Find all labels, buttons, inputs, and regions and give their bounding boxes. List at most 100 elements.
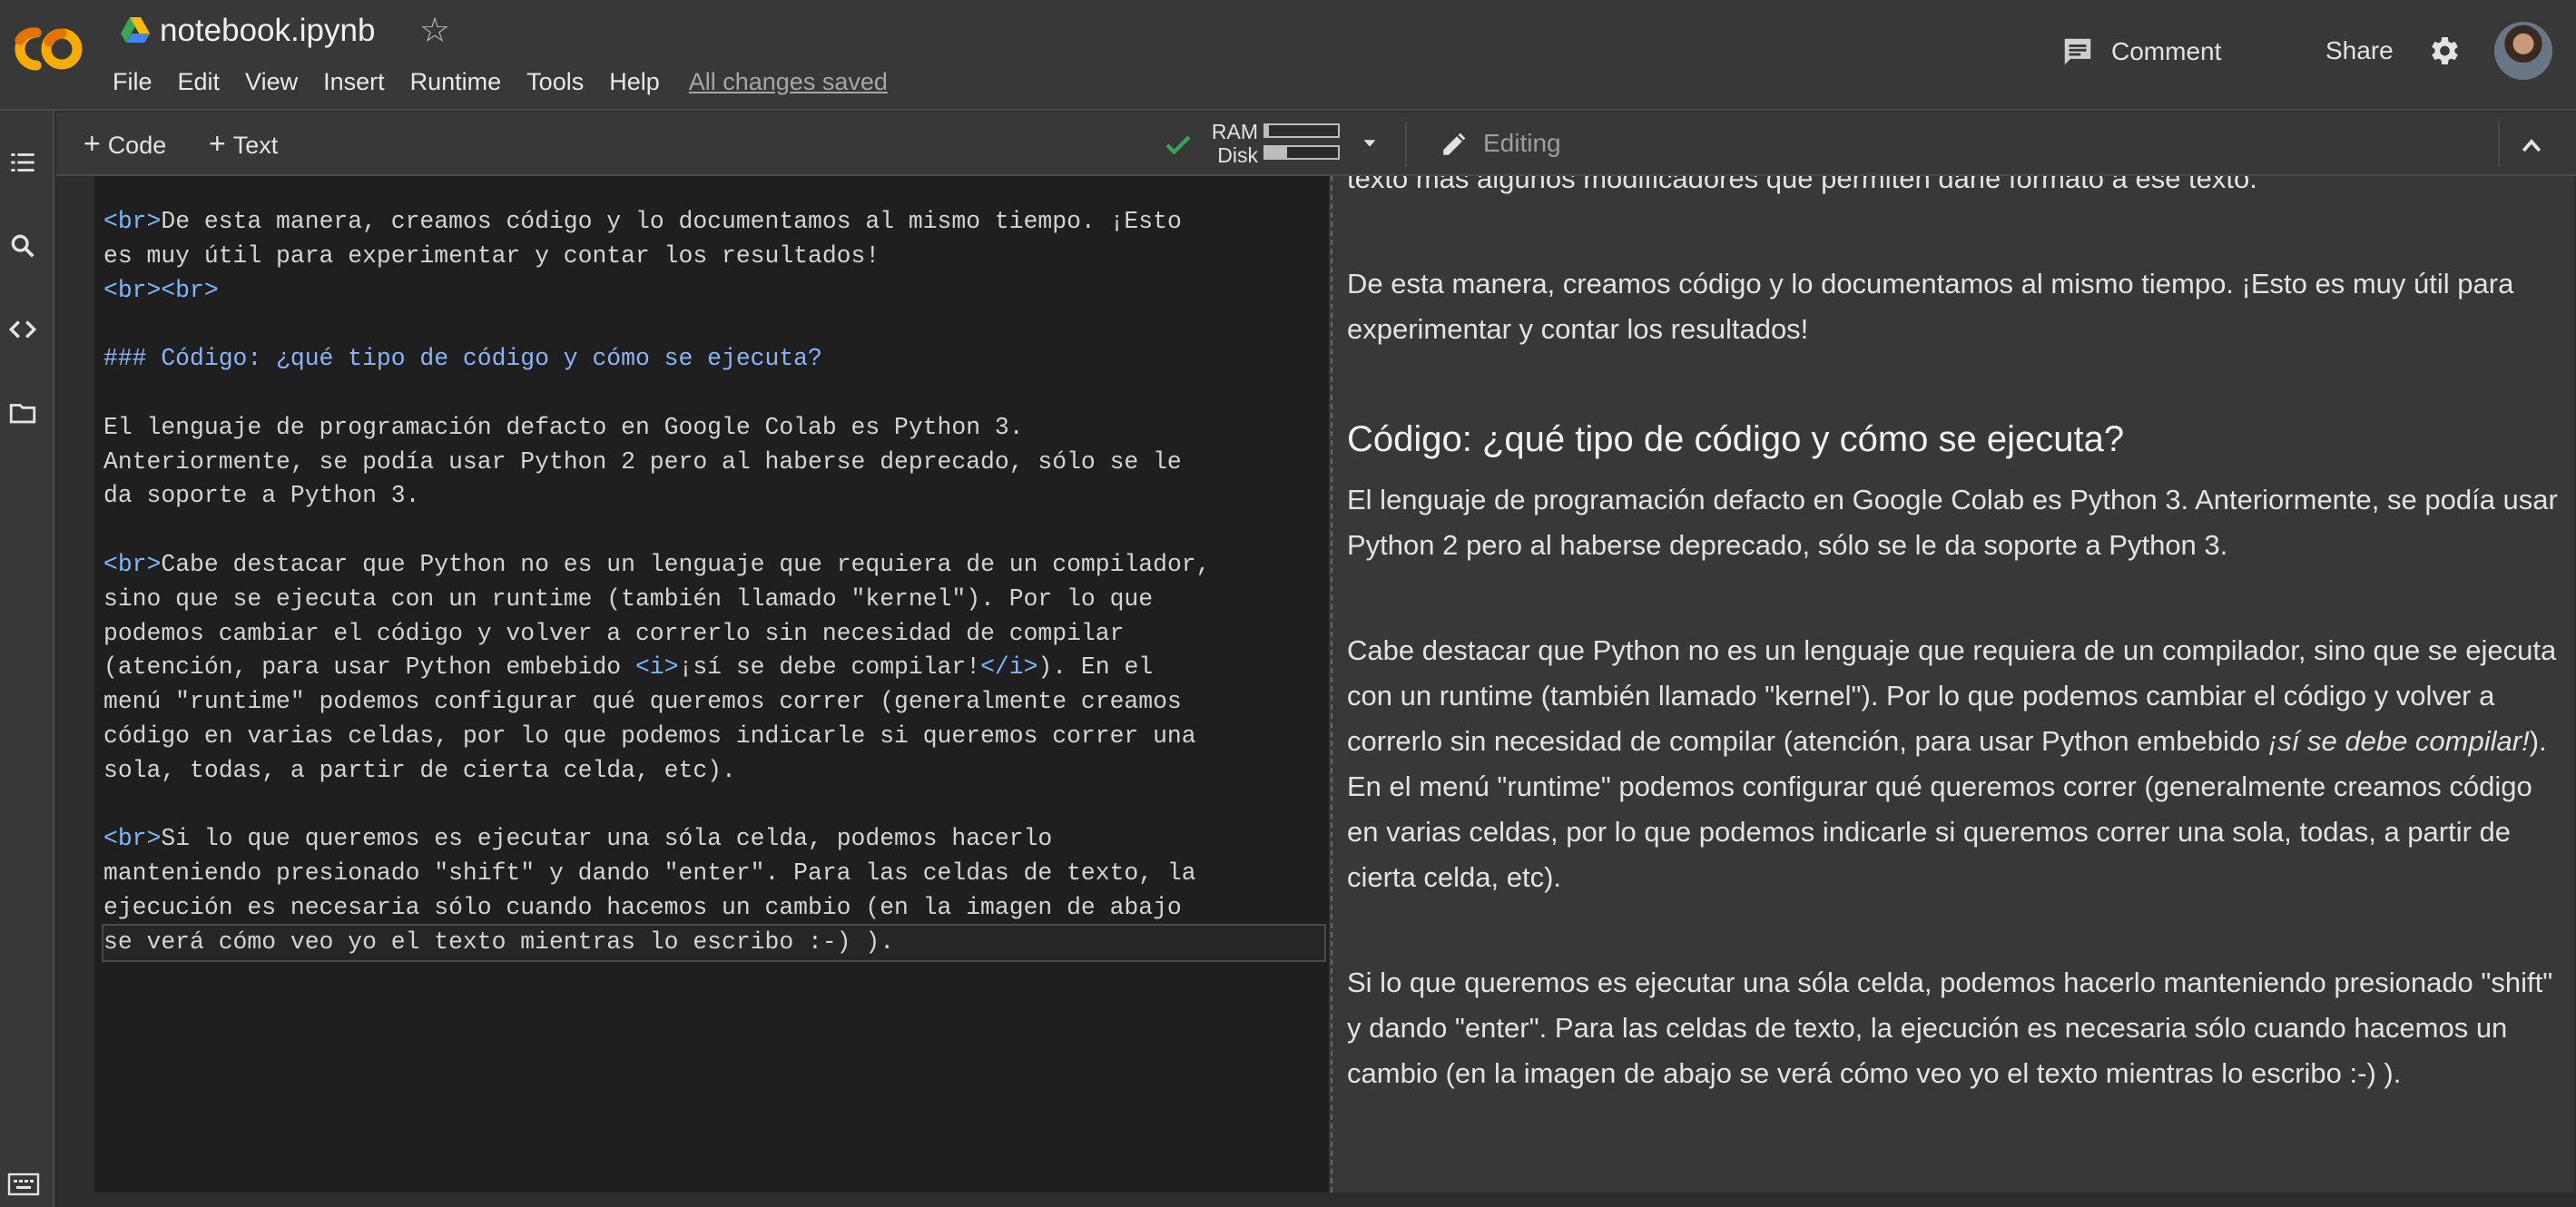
toolbar-divider	[2498, 122, 2500, 167]
ram-label: RAM	[1211, 120, 1258, 143]
ram-meter	[1263, 123, 1340, 138]
chevron-up-icon[interactable]	[2518, 132, 2545, 160]
text-token: código en varias celdas, por lo que pode…	[103, 721, 1196, 750]
menu-tools[interactable]: Tools	[526, 65, 584, 98]
chevron-down-icon[interactable]	[1360, 132, 1380, 152]
disk-meter-fill	[1265, 147, 1287, 158]
text-token: ejecución es necesaria sólo cuando hacem…	[103, 893, 1182, 921]
gear-icon[interactable]	[2425, 33, 2462, 69]
code-line[interactable]	[103, 377, 1324, 411]
add-text-cell-button[interactable]: + Text	[209, 127, 278, 162]
text-token: manteniendo presionado "shift" y dando "…	[103, 859, 1196, 888]
add-code-cell-button[interactable]: + Code	[84, 127, 166, 162]
code-line[interactable]: ### Código: ¿qué tipo de código y cómo s…	[103, 342, 1324, 377]
preview-paragraph: texto más algunos modificadores que perm…	[1347, 176, 2257, 194]
code-snippets-icon[interactable]	[7, 314, 38, 345]
editing-mode-label: Editing	[1483, 129, 1561, 157]
preview-paragraph: El lenguaje de programación defacto en G…	[1347, 484, 2558, 561]
text-token: se verá cómo veo yo el texto mientras lo…	[103, 927, 895, 956]
html-tag-token: <br>	[103, 550, 162, 578]
comment-icon	[2064, 38, 2091, 65]
code-line[interactable]: es muy útil para experimentar y contar l…	[103, 240, 1324, 274]
code-line[interactable]: <br><br>	[103, 274, 1324, 309]
toolbar-divider	[1405, 122, 1407, 167]
code-line[interactable]: código en varias celdas, por lo que pode…	[103, 720, 1324, 754]
resource-labels[interactable]: RAM Disk	[1200, 120, 1258, 167]
text-token: ). En el	[1037, 653, 1154, 682]
text-token: El lenguaje de programación defacto en G…	[103, 413, 1024, 441]
code-line[interactable]: (atención, para usar Python embebido <i>…	[103, 651, 1324, 685]
preview-paragraph: De esta manera, creamos código y lo docu…	[1347, 268, 2514, 345]
menu-view[interactable]: View	[245, 65, 298, 98]
code-line[interactable]	[103, 789, 1324, 823]
text-token: es muy útil para experimentar y contar l…	[103, 241, 880, 270]
plus-icon: +	[84, 127, 101, 160]
plus-icon: +	[209, 127, 226, 160]
text-token: Cabe destacar que Python no es un lengua…	[161, 550, 1211, 578]
code-line[interactable]: ejecución es necesaria sólo cuando hacem…	[103, 891, 1324, 926]
markdown-source[interactable]: <br>De esta manera, creamos código y lo …	[102, 205, 1326, 962]
code-line[interactable]: El lenguaje de programación defacto en G…	[103, 411, 1324, 446]
table-of-contents-icon[interactable]	[7, 147, 38, 178]
ram-meter-fill	[1265, 125, 1269, 136]
code-line[interactable]: da soporte a Python 3.	[103, 479, 1324, 514]
code-line[interactable]: podemos cambiar el código y volver a cor…	[103, 617, 1324, 652]
text-token: sino que se ejecuta con un runtime (tamb…	[103, 584, 1154, 613]
comment-button[interactable]: Comment	[2060, 31, 2221, 73]
colab-logo[interactable]	[9, 24, 87, 74]
text-token: podemos cambiar el código y volver a cor…	[103, 619, 1125, 647]
preview-italic-text: ¡sí se debe compilar!	[2267, 725, 2530, 757]
google-drive-icon	[121, 17, 150, 43]
disk-meter	[1263, 145, 1340, 160]
share-button[interactable]: Share	[2325, 36, 2394, 65]
code-line[interactable]: <br>De esta manera, creamos código y lo …	[103, 205, 1324, 240]
notebook-toolbar: + Code + Text RAM Disk Editing	[56, 113, 2576, 176]
menu-runtime[interactable]: Runtime	[410, 65, 502, 98]
files-folder-icon[interactable]	[7, 397, 38, 428]
code-line[interactable]: sola, todas, a partir de cierta celda, e…	[103, 754, 1324, 789]
user-avatar[interactable]	[2494, 22, 2552, 80]
star-icon[interactable]: ☆	[419, 13, 450, 49]
save-status-link[interactable]: All changes saved	[689, 65, 888, 98]
code-line[interactable]: sino que se ejecuta con un runtime (tamb…	[103, 583, 1324, 617]
notebook-title[interactable]: notebook.ipynb	[160, 11, 375, 51]
resource-meters[interactable]	[1263, 123, 1340, 167]
connected-check-icon	[1165, 135, 1191, 155]
code-line[interactable]: menú "runtime" podemos configurar qué qu…	[103, 685, 1324, 720]
text-token: Anteriormente, se podía usar Python 2 pe…	[103, 447, 1182, 476]
html-tag-token: <br>	[103, 825, 162, 853]
preview-paragraph: Si lo que queremos es ejecutar una sóla …	[1347, 967, 2553, 1089]
add-code-label: Code	[107, 132, 167, 159]
code-line[interactable]	[103, 308, 1324, 342]
html-tag-token: <br><br>	[103, 276, 219, 304]
text-token: Si lo que queremos es ejecutar una sóla …	[161, 825, 1053, 853]
code-line[interactable]: Anteriormente, se podía usar Python 2 pe…	[103, 446, 1324, 480]
markdown-editor[interactable]: <br>De esta manera, creamos código y lo …	[94, 176, 1329, 1192]
markdown-heading-token: ### Código: ¿qué tipo de código y cómo s…	[103, 345, 822, 373]
add-text-label: Text	[232, 132, 279, 159]
code-line[interactable]: <br>Cabe destacar que Python no es un le…	[103, 548, 1324, 583]
terminal-icon[interactable]	[7, 1171, 40, 1198]
code-line[interactable]: se verá cómo veo yo el texto mientras lo…	[102, 923, 1326, 962]
top-header: notebook.ipynb ☆ File Edit View Insert R…	[0, 0, 2576, 111]
menu-file[interactable]: File	[113, 65, 152, 98]
menu-insert[interactable]: Insert	[323, 65, 385, 98]
html-tag-token: <i>	[634, 653, 679, 682]
search-icon[interactable]	[7, 231, 38, 261]
code-line[interactable]: <br>Si lo que queremos es ejecutar una s…	[103, 822, 1324, 857]
text-cell[interactable]: <br> De esta manera, creamos código y lo …	[94, 176, 2574, 1192]
text-token: menú "runtime" podemos configurar qué qu…	[103, 688, 1182, 716]
html-tag-token: <br>	[103, 208, 162, 235]
editor-preview-divider[interactable]	[1331, 176, 1332, 1192]
menu-help[interactable]: Help	[609, 65, 660, 98]
code-line[interactable]	[103, 514, 1324, 548]
text-token: da soporte a Python 3.	[103, 482, 420, 510]
text-token: sola, todas, a partir de cierta celda, e…	[103, 756, 736, 784]
disk-label: Disk	[1217, 143, 1258, 167]
text-token: (atención, para usar Python embebido	[103, 653, 635, 682]
text-token: ¡sí se debe compilar!	[678, 653, 981, 682]
menu-edit[interactable]: Edit	[178, 65, 221, 98]
html-tag-token: </i>	[980, 653, 1038, 682]
code-line[interactable]: manteniendo presionado "shift" y dando "…	[103, 857, 1324, 891]
editing-mode-button[interactable]: Editing	[1440, 125, 1561, 162]
